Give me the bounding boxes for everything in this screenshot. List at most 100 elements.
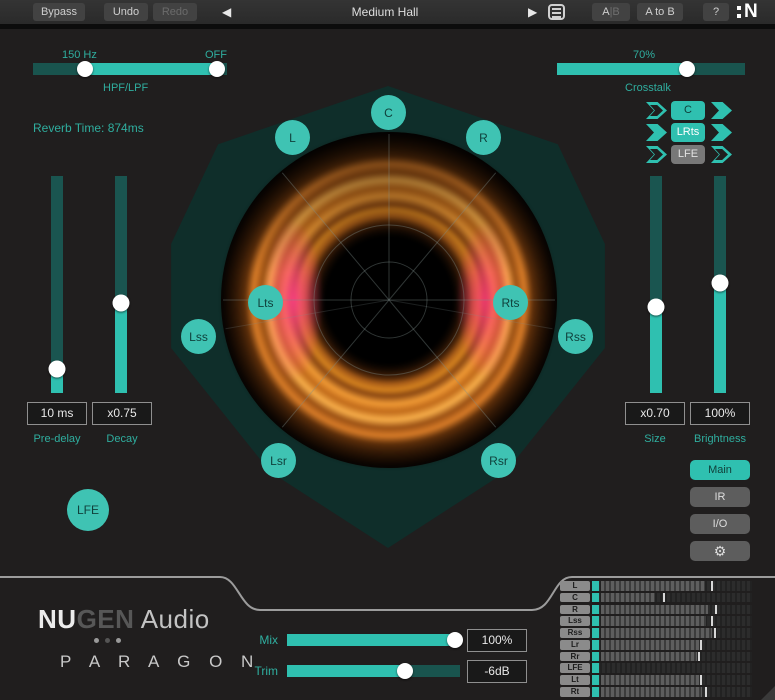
size-handle[interactable] xyxy=(648,299,665,316)
route-out-lrts-icon[interactable] xyxy=(711,124,732,141)
lpf-value-label: OFF xyxy=(205,49,227,61)
a-to-b-button[interactable]: A to B xyxy=(637,3,683,21)
tab-ir[interactable]: IR xyxy=(690,487,750,507)
meter-label: C xyxy=(560,593,590,603)
route-in-lfe-icon[interactable] xyxy=(646,146,667,163)
preset-next-icon[interactable]: ▶ xyxy=(528,4,537,20)
route-lfe-button[interactable]: LFE xyxy=(671,145,705,164)
brightness-slider[interactable] xyxy=(714,176,726,393)
meter-row: Rss xyxy=(560,628,760,638)
output-meters-panel: L C R Lss Rss Lr Rr LFE xyxy=(560,581,760,699)
channel-node-r[interactable]: R xyxy=(466,120,501,155)
meter-label: Rt xyxy=(560,687,590,697)
undo-button[interactable]: Undo xyxy=(104,3,148,21)
brand-dots-icon xyxy=(94,638,121,643)
hpf-value-label: 150 Hz xyxy=(62,49,97,61)
decay-slider[interactable] xyxy=(115,176,127,393)
meter-row: LFE xyxy=(560,663,760,673)
meter-track xyxy=(592,687,752,697)
meter-row: L xyxy=(560,581,760,591)
gear-icon: ⚙ xyxy=(714,543,727,559)
tab-io[interactable]: I/O xyxy=(690,514,750,534)
mix-handle[interactable] xyxy=(447,632,463,648)
meter-row: C xyxy=(560,593,760,603)
mix-value[interactable]: 100% xyxy=(467,629,527,652)
preset-prev-icon[interactable]: ◀ xyxy=(222,4,231,20)
route-in-c-icon[interactable] xyxy=(646,102,667,119)
channel-node-rsr[interactable]: Rsr xyxy=(481,443,516,478)
trim-slider[interactable] xyxy=(287,665,460,677)
meter-label: L xyxy=(560,581,590,591)
decay-value[interactable]: x0.75 xyxy=(92,402,152,425)
reverb-time-readout: Reverb Time: 874ms xyxy=(33,121,144,135)
meter-label: Lt xyxy=(560,675,590,685)
size-value[interactable]: x0.70 xyxy=(625,402,685,425)
redo-button[interactable]: Redo xyxy=(153,3,197,21)
resize-grip[interactable] xyxy=(761,686,775,700)
preset-name[interactable]: Medium Hall xyxy=(310,5,460,19)
route-in-lrts-icon[interactable] xyxy=(646,124,667,141)
channel-node-lts[interactable]: Lts xyxy=(248,285,283,320)
channel-node-lsr[interactable]: Lsr xyxy=(261,443,296,478)
route-out-lfe-icon[interactable] xyxy=(711,146,732,163)
brand-gen: GEN xyxy=(77,604,135,634)
brand-wordmark: NUGEN Audio xyxy=(38,604,210,635)
meter-label: Rss xyxy=(560,628,590,638)
paragon-plugin-window: Bypass Undo Redo ◀ Medium Hall ▶ A|B A t… xyxy=(0,0,775,700)
crosstalk-slider[interactable] xyxy=(557,63,745,75)
meter-track xyxy=(592,605,752,615)
decay-label: Decay xyxy=(92,433,152,445)
channel-node-c[interactable]: C xyxy=(371,95,406,130)
meter-label: Rr xyxy=(560,652,590,662)
ab-compare-button[interactable]: A|B xyxy=(592,3,630,21)
meter-track xyxy=(592,616,752,626)
toolbar-separator xyxy=(0,24,775,29)
bypass-button[interactable]: Bypass xyxy=(33,3,85,21)
brightness-value[interactable]: 100% xyxy=(690,402,750,425)
brightness-handle[interactable] xyxy=(712,274,729,291)
mix-label: Mix xyxy=(252,633,278,647)
meter-track xyxy=(592,675,752,685)
trim-label: Trim xyxy=(252,664,278,678)
trim-value[interactable]: -6dB xyxy=(467,660,527,683)
ab-inactive-label: B xyxy=(612,6,619,18)
channel-node-rss[interactable]: Rss xyxy=(558,319,593,354)
meter-row: Lt xyxy=(560,675,760,685)
channel-node-l[interactable]: L xyxy=(275,120,310,155)
route-out-c-icon[interactable] xyxy=(711,102,732,119)
settings-gear-button[interactable]: ⚙ xyxy=(690,541,750,561)
meter-track xyxy=(592,652,752,662)
route-lrts-button[interactable]: LRts xyxy=(671,123,705,142)
meter-row: Lss xyxy=(560,616,760,626)
meter-row: Rr xyxy=(560,652,760,662)
mix-slider[interactable] xyxy=(287,634,460,646)
pre-delay-slider[interactable] xyxy=(51,176,63,393)
preset-list-icon[interactable] xyxy=(548,4,565,20)
channel-node-rts[interactable]: Rts xyxy=(493,285,528,320)
channel-node-lfe[interactable]: LFE xyxy=(67,489,109,531)
lpf-handle[interactable] xyxy=(209,61,225,77)
crosstalk-label: Crosstalk xyxy=(625,82,671,94)
pre-delay-handle[interactable] xyxy=(49,361,66,378)
crosstalk-handle[interactable] xyxy=(679,61,695,77)
brand-audio: Audio xyxy=(134,604,209,634)
meter-label: Lr xyxy=(560,640,590,650)
hpf-lpf-slider[interactable] xyxy=(33,63,227,75)
meter-row: Lr xyxy=(560,640,760,650)
route-c-button[interactable]: C xyxy=(671,101,705,120)
channel-node-lss[interactable]: Lss xyxy=(181,319,216,354)
meter-track xyxy=(592,593,752,603)
help-button[interactable]: ? xyxy=(703,3,729,21)
meter-track xyxy=(592,640,752,650)
size-slider[interactable] xyxy=(650,176,662,393)
size-label: Size xyxy=(625,433,685,445)
hpf-handle[interactable] xyxy=(77,61,93,77)
pre-delay-label: Pre-delay xyxy=(27,433,87,445)
tab-main[interactable]: Main xyxy=(690,460,750,480)
brand-nu: NU xyxy=(38,604,77,634)
pre-delay-value[interactable]: 10 ms xyxy=(27,402,87,425)
decay-handle[interactable] xyxy=(113,294,130,311)
brightness-label: Brightness xyxy=(683,433,757,445)
trim-handle[interactable] xyxy=(397,663,413,679)
meter-label: Lss xyxy=(560,616,590,626)
